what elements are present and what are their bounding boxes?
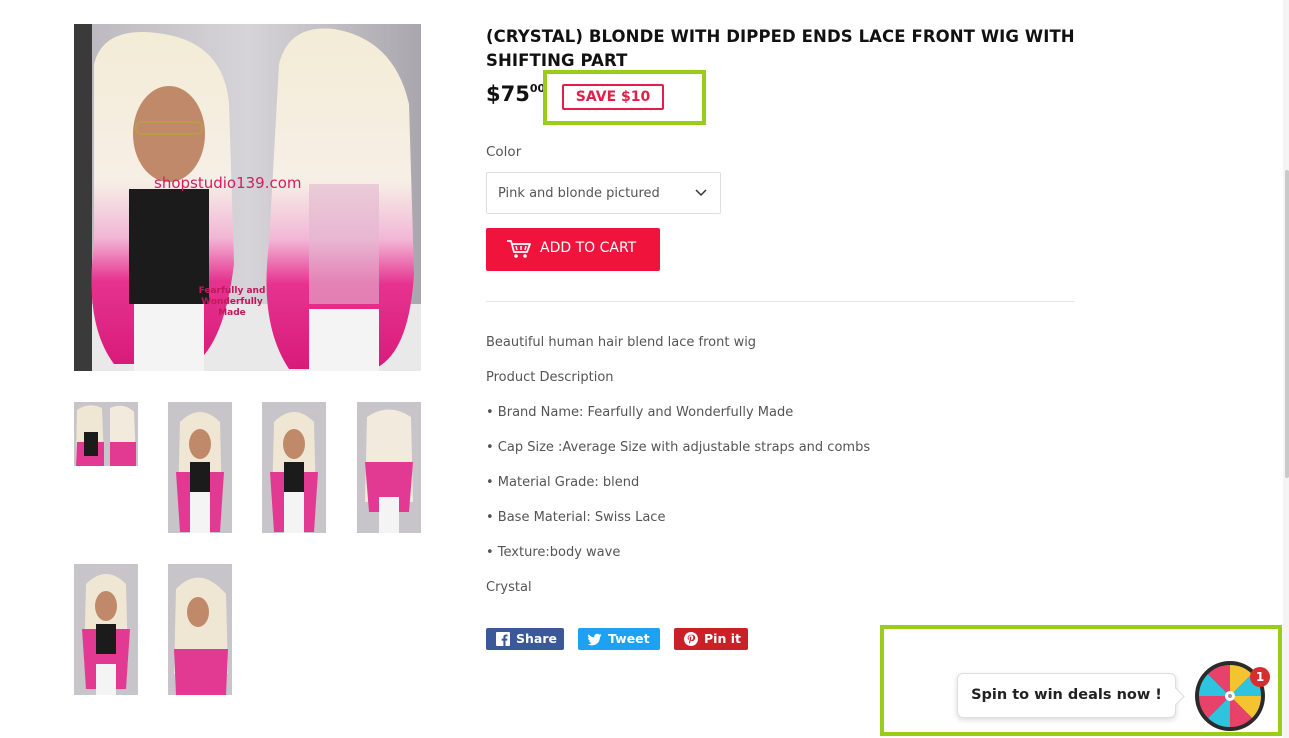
facebook-icon — [496, 632, 510, 646]
twitter-icon — [588, 633, 602, 646]
color-select[interactable]: Pink and blonde pictured — [486, 172, 721, 214]
description-line-4: • Cap Size :Average Size with adjustable… — [486, 440, 871, 455]
thumbnail-3-image — [262, 402, 326, 533]
thumbnail-6-image — [168, 564, 232, 695]
product-thumbnail-3[interactable] — [262, 402, 326, 533]
cart-icon — [507, 240, 531, 258]
add-to-cart-label: ADD TO CART — [540, 240, 637, 256]
spin-to-win-bubble[interactable]: Spin to win deals now ! — [957, 673, 1176, 718]
pinterest-pin-button[interactable]: Pin it — [674, 628, 748, 650]
product-thumbnail-4[interactable] — [357, 402, 421, 533]
thumbnail-1-image — [74, 402, 138, 466]
scrollbar-thumb[interactable] — [1285, 170, 1289, 478]
page-scrollbar[interactable] — [1283, 0, 1289, 738]
pinterest-pin-label: Pin it — [704, 631, 741, 646]
image-watermark-brand: Fearfully and Wonderfully Made — [198, 286, 266, 318]
color-label: Color — [486, 144, 522, 160]
description-line-7: • Texture:body wave — [486, 545, 621, 560]
product-thumbnail-6[interactable] — [168, 564, 232, 695]
facebook-share-label: Share — [516, 631, 557, 646]
pinterest-icon — [684, 632, 698, 646]
description-line-2: Product Description — [486, 370, 614, 385]
description-line-8: Crystal — [486, 580, 532, 595]
product-thumbnail-1[interactable] — [74, 402, 138, 466]
product-thumbnail-2[interactable] — [168, 402, 232, 533]
product-price: $7500 — [486, 82, 545, 106]
description-line-1: Beautiful human hair blend lace front wi… — [486, 335, 757, 350]
twitter-tweet-label: Tweet — [608, 631, 650, 646]
notification-badge: 1 — [1250, 667, 1270, 687]
product-thumbnail-5[interactable] — [74, 564, 138, 695]
description-line-3: • Brand Name: Fearfully and Wonderfully … — [486, 405, 794, 420]
thumbnail-2-image — [168, 402, 232, 533]
description-line-5: • Material Grade: blend — [486, 475, 640, 490]
color-select-value: Pink and blonde pictured — [498, 186, 660, 201]
divider — [486, 301, 1075, 302]
product-main-image[interactable]: shopstudio139.com Fearfully and Wonderfu… — [74, 24, 421, 371]
price-main: $75 — [486, 82, 530, 106]
chevron-down-icon — [695, 189, 707, 197]
thumbnail-4-image — [357, 402, 421, 533]
image-watermark: shopstudio139.com — [154, 174, 302, 192]
thumbnail-5-image — [74, 564, 138, 695]
add-to-cart-button[interactable]: ADD TO CART — [486, 228, 660, 271]
facebook-share-button[interactable]: Share — [486, 628, 564, 650]
description-line-6: • Base Material: Swiss Lace — [486, 510, 666, 525]
product-title: (CRYSTAL) BLONDE WITH DIPPED ENDS LACE F… — [486, 27, 1075, 70]
twitter-tweet-button[interactable]: Tweet — [578, 628, 660, 650]
highlight-box-price — [543, 70, 706, 125]
